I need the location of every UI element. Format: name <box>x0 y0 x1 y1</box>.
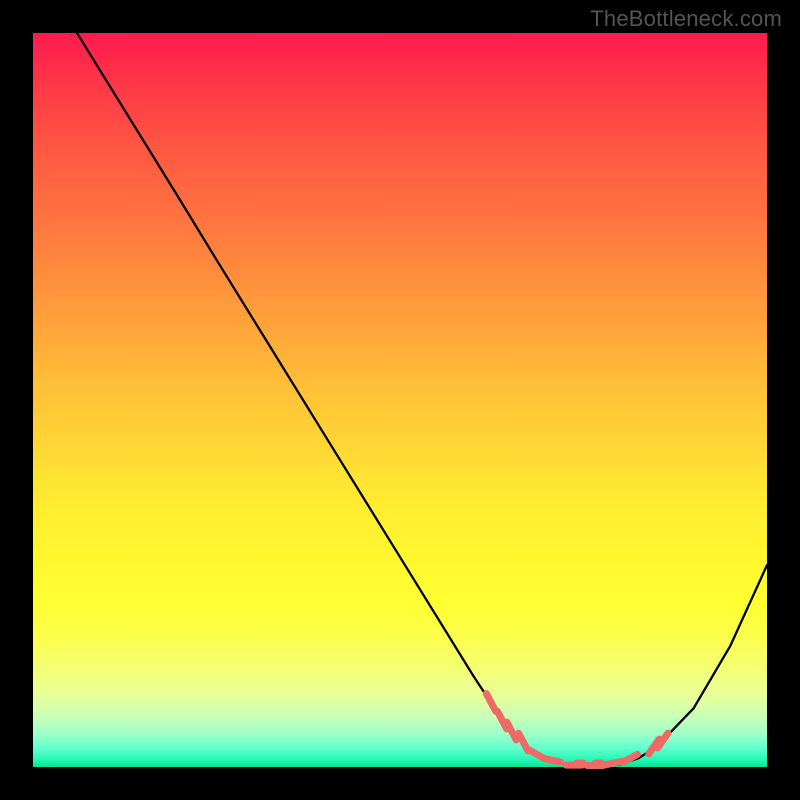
bottleneck-curve-line <box>77 33 767 767</box>
attribution-text: TheBottleneck.com <box>590 6 782 32</box>
plot-area <box>33 33 767 767</box>
marker-dash <box>507 722 516 740</box>
chart-container: TheBottleneck.com <box>0 0 800 800</box>
marker-dash <box>519 733 528 751</box>
marker-dash <box>545 759 561 762</box>
markers-group <box>486 694 668 766</box>
marker-dash <box>658 733 668 748</box>
marker-dash <box>623 754 637 762</box>
bottleneck-curve-svg <box>33 33 767 767</box>
marker-dash <box>607 761 623 764</box>
marker-dash <box>486 694 495 712</box>
